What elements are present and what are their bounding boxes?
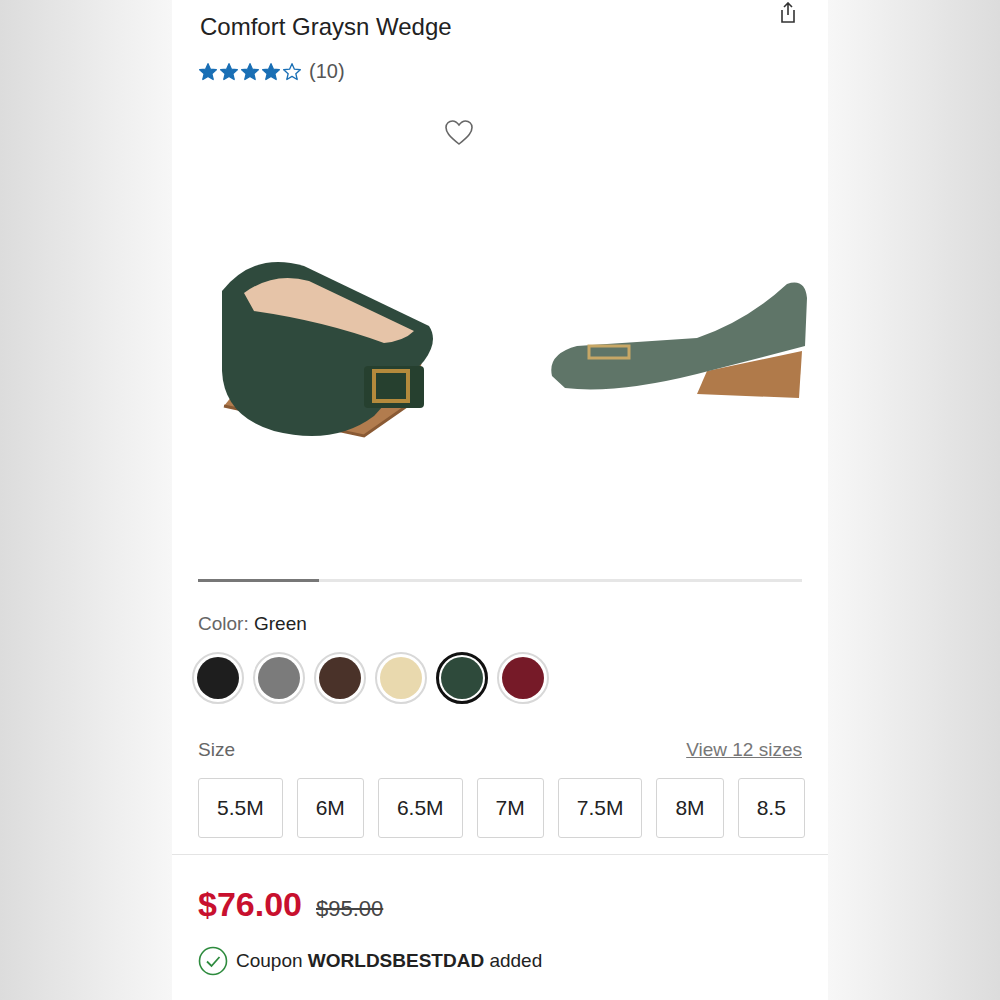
color-swatch[interactable] [436, 652, 488, 704]
swatch-fill [441, 657, 483, 699]
sale-price: $76.00 [198, 885, 302, 924]
coupon: Coupon WORLDSBESTDAD added [198, 946, 802, 976]
shoe-image [547, 276, 812, 406]
header: Comfort Graysn Wedge [198, 8, 802, 42]
size-button[interactable]: 7.5M [558, 778, 643, 838]
page: Comfort Graysn Wedge (10) Color: Green S… [0, 0, 1000, 1000]
check-icon [198, 946, 228, 976]
star-icon [240, 62, 260, 82]
size-button[interactable]: 8M [656, 778, 723, 838]
swatch-fill [380, 657, 422, 699]
size-button[interactable]: 6.5M [378, 778, 463, 838]
product-page: Comfort Graysn Wedge (10) Color: Green S… [172, 0, 828, 1000]
rating[interactable]: (10) [198, 60, 802, 83]
divider [172, 854, 828, 855]
original-price: $95.00 [316, 896, 383, 922]
size-button[interactable]: 8.5 [738, 778, 805, 838]
size-options: 5.5M6M6.5M7M7.5M8M8.5 [198, 778, 828, 838]
star-icon [198, 62, 218, 82]
color-label: Color: Green [198, 612, 802, 636]
color-swatch[interactable] [375, 652, 427, 704]
view-sizes-link[interactable]: View 12 sizes [686, 738, 802, 762]
size-label: Size [198, 738, 235, 762]
product-title: Comfort Graysn Wedge [200, 12, 452, 42]
swatch-fill [258, 657, 300, 699]
price-row: $76.00 $95.00 [198, 885, 802, 924]
review-count[interactable]: (10) [309, 60, 345, 83]
swatch-fill [502, 657, 544, 699]
size-button[interactable]: 7M [477, 778, 544, 838]
image-gallery[interactable] [198, 83, 802, 579]
size-button[interactable]: 5.5M [198, 778, 283, 838]
indicator-fill [198, 579, 319, 582]
swatch-fill [197, 657, 239, 699]
color-swatch[interactable] [192, 652, 244, 704]
star-icon [282, 62, 302, 82]
share-icon[interactable] [778, 2, 798, 24]
color-swatch[interactable] [497, 652, 549, 704]
color-swatch[interactable] [253, 652, 305, 704]
color-swatches [192, 652, 802, 704]
star-icon [261, 62, 281, 82]
carousel-indicator [198, 579, 802, 582]
heart-icon[interactable] [444, 119, 474, 147]
star-icon [219, 62, 239, 82]
size-button[interactable]: 6M [297, 778, 364, 838]
size-header: Size View 12 sizes [198, 738, 802, 762]
swatch-fill [319, 657, 361, 699]
shoe-image [214, 231, 444, 451]
color-swatch[interactable] [314, 652, 366, 704]
